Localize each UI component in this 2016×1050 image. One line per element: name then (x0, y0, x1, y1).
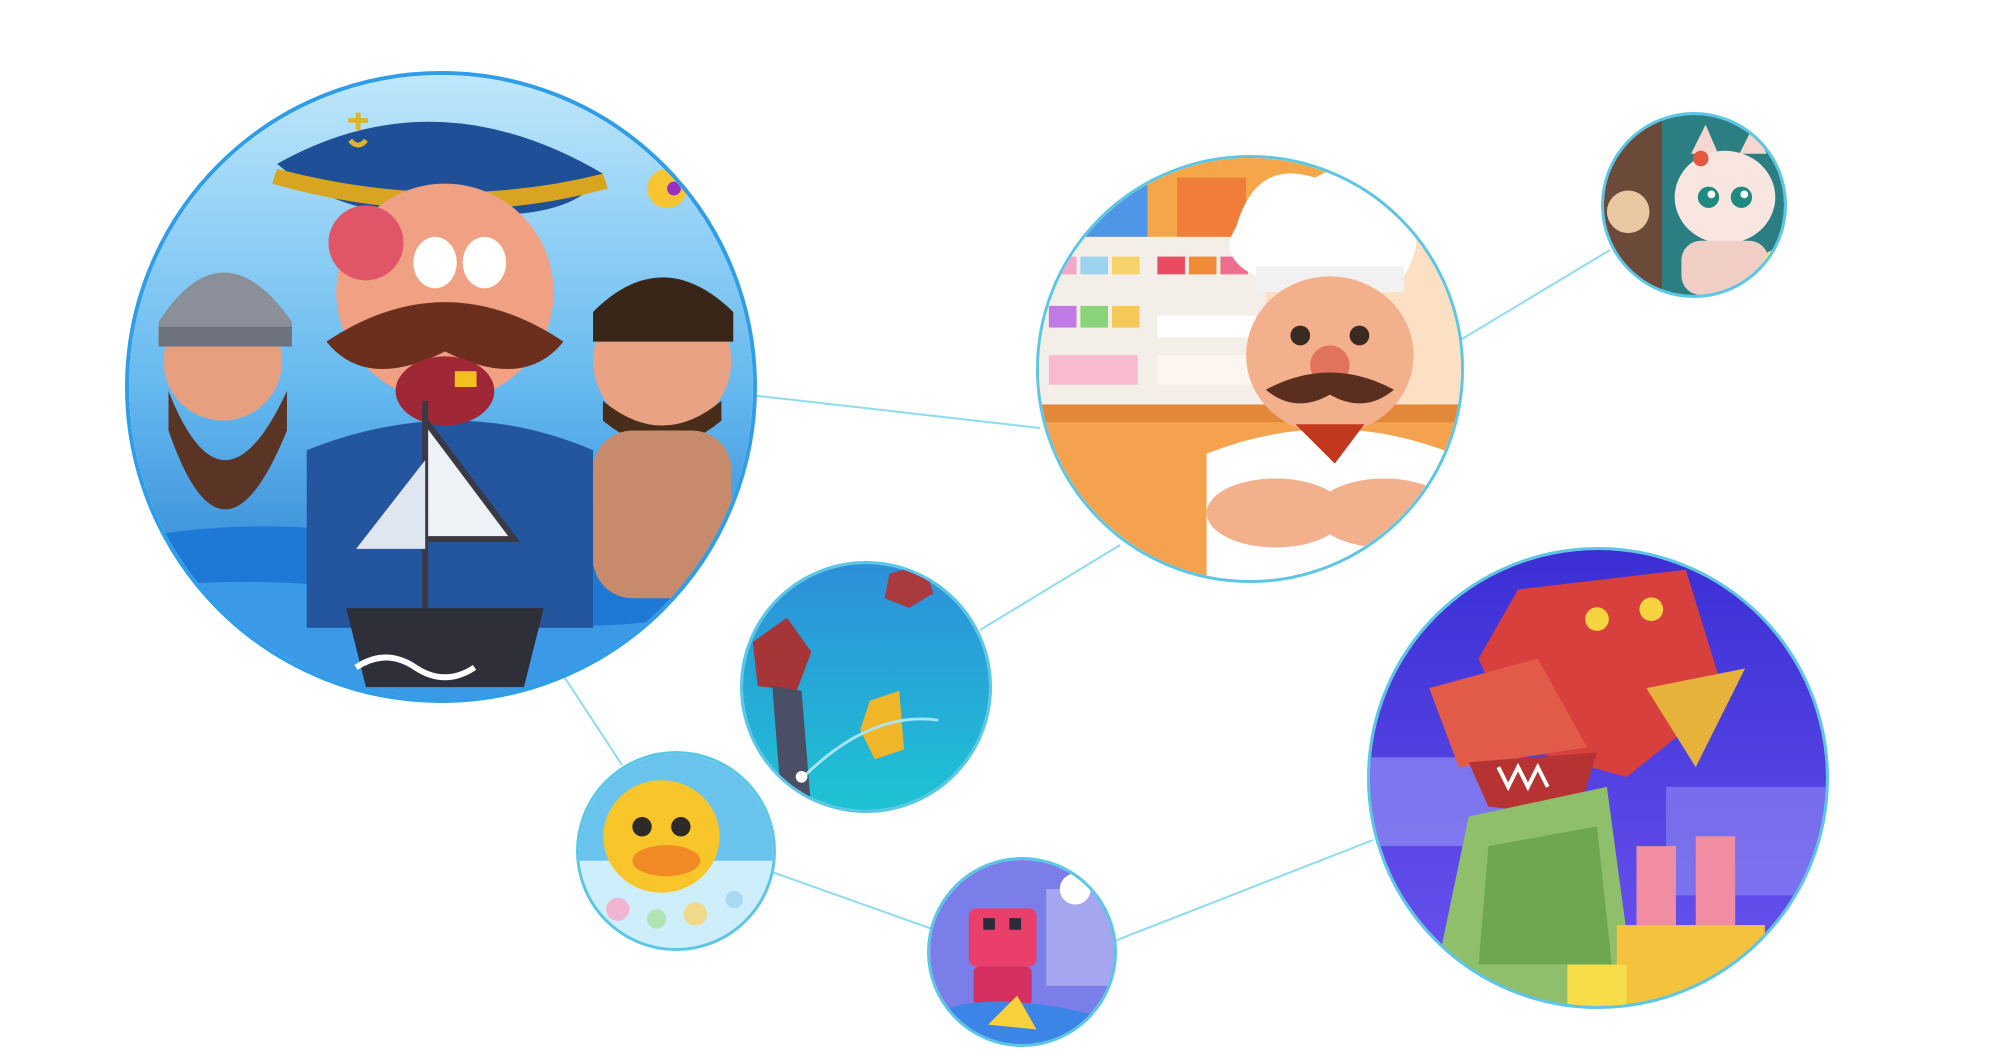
duck-artwork[interactable] (576, 751, 776, 951)
connector-chef-ocean (979, 544, 1121, 631)
pink-robot-illustration (930, 860, 1114, 1044)
ocean-rocks-illustration (743, 564, 989, 810)
ocean-artwork[interactable] (740, 561, 992, 813)
dragon-artwork[interactable] (1367, 547, 1829, 1009)
robot-artwork[interactable] (927, 857, 1117, 1047)
cartoon-cat-illustration (1604, 115, 1784, 295)
connector-chef-cat (1461, 249, 1611, 340)
chef-bakery-illustration (1039, 158, 1461, 580)
connector-robot-dragon (1111, 839, 1374, 943)
connector-duck-robot (771, 871, 936, 931)
pirate-captain-illustration (129, 75, 753, 699)
yellow-duck-illustration (579, 754, 773, 948)
connector-pirates-chef (749, 394, 1041, 429)
chef-artwork[interactable] (1036, 155, 1464, 583)
cat-artwork[interactable] (1601, 112, 1787, 298)
pirates-artwork[interactable] (125, 71, 757, 703)
artwork-network (0, 0, 2016, 1050)
voxel-dragon-illustration (1370, 550, 1826, 1006)
